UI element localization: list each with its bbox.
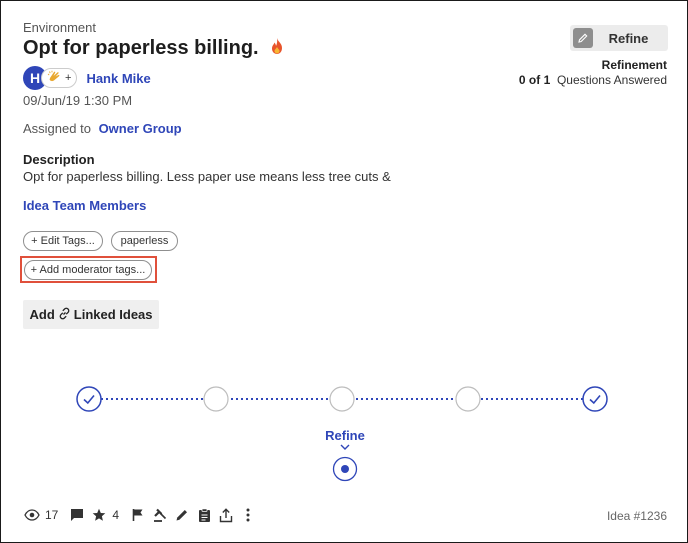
clap-icon bbox=[47, 70, 61, 86]
description-heading: Description bbox=[23, 152, 95, 167]
refinement-title: Refinement bbox=[601, 58, 667, 72]
linked-ideas-label: Linked Ideas bbox=[73, 307, 153, 322]
stage-node-3[interactable] bbox=[329, 386, 355, 412]
idea-card: Environment Opt for paperless billing. H… bbox=[0, 0, 688, 543]
star-icon[interactable] bbox=[90, 507, 108, 523]
stage-node-2[interactable] bbox=[203, 386, 229, 412]
tag-paperless[interactable]: paperless bbox=[111, 231, 178, 251]
chevron-down-icon bbox=[340, 444, 350, 450]
idea-date: 09/Jun/19 1:30 PM bbox=[23, 93, 133, 108]
star-count: 4 bbox=[112, 508, 120, 522]
answered-count: 0 of 1 bbox=[518, 73, 551, 87]
author-row: H + Hank Mike bbox=[23, 66, 151, 90]
eye-icon bbox=[23, 507, 41, 523]
stage-node-5-complete[interactable] bbox=[582, 386, 608, 412]
current-stage-node[interactable] bbox=[332, 456, 358, 482]
link-icon bbox=[58, 307, 71, 323]
idea-title: Opt for paperless billing. bbox=[23, 37, 259, 59]
edit-pencil-icon[interactable] bbox=[173, 507, 191, 523]
flag-icon[interactable] bbox=[129, 507, 147, 523]
edit-tags-button[interactable]: + Edit Tags... bbox=[23, 231, 103, 251]
comment-icon[interactable] bbox=[68, 507, 86, 523]
reaction-button[interactable]: + bbox=[41, 68, 78, 88]
view-count: 17 bbox=[45, 508, 59, 522]
assigned-group-link[interactable]: Owner Group bbox=[99, 121, 182, 136]
author-name-link[interactable]: Hank Mike bbox=[86, 71, 150, 86]
questions-answered: 0 of 1 Questions Answered bbox=[519, 73, 667, 87]
footer-actions: 17 4 bbox=[23, 507, 257, 523]
stage-node-1-complete[interactable] bbox=[76, 386, 102, 412]
current-stage-label[interactable]: Refine bbox=[317, 428, 373, 443]
share-upload-icon[interactable] bbox=[217, 507, 235, 523]
more-options-icon[interactable] bbox=[239, 507, 257, 523]
idea-title-row: Opt for paperless billing. bbox=[23, 37, 285, 60]
fire-icon bbox=[269, 37, 285, 60]
gavel-icon[interactable] bbox=[151, 507, 169, 523]
refine-button[interactable]: Refine bbox=[570, 25, 668, 51]
add-moderator-tags-button[interactable]: + Add moderator tags... bbox=[24, 260, 152, 280]
pencil-icon bbox=[573, 28, 593, 48]
idea-category: Environment bbox=[23, 20, 96, 35]
add-reaction-plus: + bbox=[65, 72, 72, 84]
clipboard-icon[interactable] bbox=[195, 507, 213, 523]
assigned-row: Assigned to Owner Group bbox=[23, 121, 182, 136]
answered-label: Questions Answered bbox=[556, 73, 667, 87]
refine-button-label: Refine bbox=[608, 30, 649, 46]
description-text: Opt for paperless billing. Less paper us… bbox=[23, 169, 391, 184]
stage-node-4[interactable] bbox=[455, 386, 481, 412]
linked-ideas-prefix: Add bbox=[29, 307, 55, 322]
idea-team-members-link[interactable]: Idea Team Members bbox=[23, 198, 146, 213]
add-linked-ideas-button[interactable]: Add Linked Ideas bbox=[23, 300, 159, 329]
assigned-label: Assigned to bbox=[23, 121, 91, 136]
idea-id: Idea #1236 bbox=[606, 509, 667, 523]
